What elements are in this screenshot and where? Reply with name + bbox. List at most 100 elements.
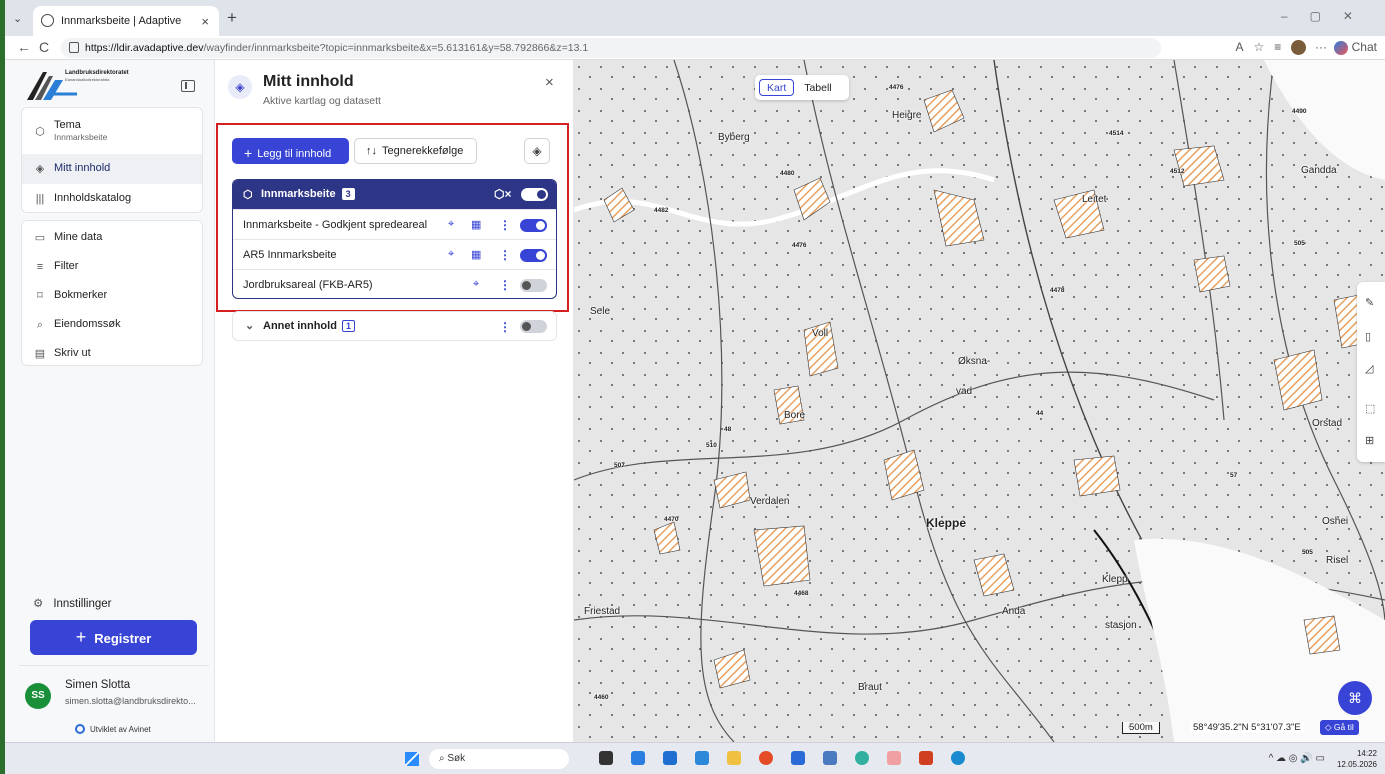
scale-bar: 500m <box>1122 722 1160 734</box>
windows-start-icon[interactable] <box>405 752 419 766</box>
map-view[interactable]: Byberg Heigre Leitet Gandda Sele Voll Øk… <box>574 60 1385 742</box>
avatar[interactable]: SS <box>25 683 51 709</box>
app-icon[interactable] <box>631 751 645 765</box>
draw-order-button[interactable]: ↑↓ Tegnerekkefølge <box>354 138 477 164</box>
map-label: Øksna- <box>958 356 991 367</box>
more-vertical-icon[interactable]: ⋮ <box>499 278 511 292</box>
pencil-icon[interactable]: ✎ <box>1365 296 1374 309</box>
clock-time: 14:22 <box>1356 749 1377 758</box>
map-canvas[interactable] <box>574 60 1385 742</box>
more-vertical-icon[interactable]: ⋮ <box>499 320 511 334</box>
more-vertical-icon[interactable]: ⋮ <box>499 248 511 262</box>
add-content-button[interactable]: + Legg til innhold <box>232 138 349 164</box>
group-toggle[interactable] <box>520 320 547 333</box>
chevron-down-icon[interactable]: ⌄ <box>245 319 254 332</box>
collapse-sidebar-icon[interactable] <box>181 80 195 92</box>
table-icon[interactable]: ▦ <box>471 218 481 231</box>
tab-tabell[interactable]: Tabell <box>797 80 838 97</box>
filter-icon: ≡ <box>36 261 44 273</box>
layer-row[interactable]: AR5 Innmarksbeite ⌖ ▦ ⋮ <box>233 239 556 269</box>
sidebar-item-sub: Innmarksbeite <box>54 132 108 142</box>
read-aloud-icon[interactable]: A <box>1235 40 1243 54</box>
table-icon[interactable]: ▦ <box>471 248 481 261</box>
app-icon[interactable] <box>855 751 869 765</box>
task-view-icon[interactable] <box>599 751 613 765</box>
close-panel-icon[interactable]: × <box>545 74 554 91</box>
more-icon[interactable]: ··· <box>1315 40 1327 54</box>
road-number: 4514 <box>1109 130 1124 137</box>
select-icon[interactable]: ⬚ <box>1365 402 1375 415</box>
measure-icon[interactable]: ▯ <box>1365 330 1371 343</box>
sidebar-item-innholdskatalog[interactable]: ||| Innholdskatalog <box>22 184 202 214</box>
edge-icon[interactable] <box>951 751 965 765</box>
layer-row[interactable]: Jordbruksareal (FKB-AR5) ⌖ ⋮ <box>233 269 556 298</box>
pin-icon[interactable]: ⌖ <box>473 278 479 291</box>
road-number: 4478 <box>1050 287 1065 294</box>
pin-icon[interactable]: ⌖ <box>448 248 454 261</box>
browser-tab[interactable]: Innmarksbeite | Adaptive × <box>33 6 219 36</box>
mail-icon[interactable] <box>663 751 677 765</box>
layer-toggle[interactable] <box>520 219 547 232</box>
basemap-icon[interactable]: ⌘ <box>1338 681 1372 715</box>
sidebar-item-skriv-ut[interactable]: ▤ Skriv ut <box>22 339 202 369</box>
app-icon[interactable] <box>823 751 837 765</box>
road-number: 4512 <box>1170 168 1185 175</box>
new-tab-button[interactable]: + <box>227 8 237 28</box>
window-controls[interactable]: –▢✕ <box>1281 9 1375 23</box>
developed-by[interactable]: Utviklet av Avinet <box>75 724 151 734</box>
layers-icon: ◈ <box>228 75 252 99</box>
gear-icon: ⚙ <box>33 598 44 610</box>
browser-toolbar: A ☆ ≡ ··· Chat <box>1235 40 1377 56</box>
sidebar-item-mitt-innhold[interactable]: ◈ Mitt innhold <box>22 154 202 184</box>
taskbar: ⌕ Søk ^ ☁ ◎ 🔊 ▭ 14:22 12.05.2026 <box>5 742 1385 774</box>
sidebar-item-eiendomssok[interactable]: ⌕ Eiendomssøk <box>22 310 202 340</box>
profile-avatar[interactable] <box>1290 40 1306 56</box>
layer-settings-button[interactable]: ◈ <box>524 138 550 164</box>
tab-list-chevron-icon[interactable]: ⌄ <box>13 12 22 25</box>
property-search-icon: ⌕ <box>36 319 44 331</box>
favorite-star-icon[interactable]: ☆ <box>1253 40 1264 54</box>
layer-row[interactable]: Innmarksbeite - Godkjent spredeareal ⌖ ▦… <box>233 209 556 239</box>
view-toggle: Kart Tabell <box>755 75 849 100</box>
layer-group-name: Innmarksbeite <box>261 188 336 200</box>
favorites-icon[interactable]: ≡ <box>1274 40 1281 54</box>
settings-link[interactable]: ⚙ Innstillinger <box>33 596 111 610</box>
chrome-icon[interactable] <box>759 751 773 765</box>
goto-button[interactable]: ◇ Gå til <box>1320 720 1359 735</box>
sidebar-item-mine-data[interactable]: ▭ Mine data <box>22 223 202 253</box>
chat-label[interactable]: Chat <box>1352 40 1377 54</box>
clock[interactable]: 14:22 12.05.2026 <box>1337 748 1377 770</box>
area-icon[interactable]: ◿ <box>1365 362 1373 375</box>
folder-icon[interactable] <box>727 751 741 765</box>
taskbar-search[interactable]: ⌕ Søk <box>429 749 569 769</box>
close-tab-icon[interactable]: × <box>201 14 209 29</box>
register-button[interactable]: + Registrer <box>30 620 197 655</box>
copilot-icon[interactable] <box>1333 40 1348 55</box>
catalog-icon: ||| <box>35 193 45 205</box>
app-icon[interactable] <box>919 751 933 765</box>
layer-group: ⬡ Innmarksbeite 3 ⬡× Innmarksbeite - Godk… <box>232 179 557 299</box>
other-content-group[interactable]: ⌄ Annet innhold 1 ⋮ <box>232 311 557 341</box>
sidebar-item-bokmerker[interactable]: ⌑ Bokmerker <box>22 281 202 311</box>
sidebar-item-label: Mine data <box>54 231 103 243</box>
sidebar-item-label: Innholdskatalog <box>54 192 132 204</box>
layer-group-header[interactable]: ⬡ Innmarksbeite 3 ⬡× <box>233 180 556 209</box>
layer-toggle[interactable] <box>520 279 547 292</box>
url-field[interactable]: https://ldir.avadaptive.dev/wayfinder/in… <box>61 38 1161 58</box>
app-icon[interactable] <box>887 751 901 765</box>
pin-icon[interactable]: ⌖ <box>448 218 454 231</box>
app-icon[interactable] <box>695 751 709 765</box>
layer-toggle[interactable] <box>520 249 547 262</box>
map-label: Leitet <box>1082 194 1107 205</box>
system-tray[interactable]: ^ ☁ ◎ 🔊 ▭ <box>1269 753 1325 764</box>
group-toggle[interactable] <box>521 188 548 201</box>
tab-kart[interactable]: Kart <box>759 79 795 96</box>
map-label: Klepp <box>1102 574 1128 585</box>
sidebar-item-tema[interactable]: ⬡ Tema Innmarksbeite <box>22 114 202 154</box>
back-forward-reload-icons[interactable]: ←C <box>17 39 57 55</box>
more-vertical-icon[interactable]: ⋮ <box>499 218 511 232</box>
app-icon[interactable] <box>791 751 805 765</box>
grid-add-icon[interactable]: ⊞ <box>1365 434 1374 447</box>
sidebar-item-filter[interactable]: ≡ Filter <box>22 252 202 282</box>
clear-layers-icon[interactable]: ⬡× <box>494 187 511 201</box>
